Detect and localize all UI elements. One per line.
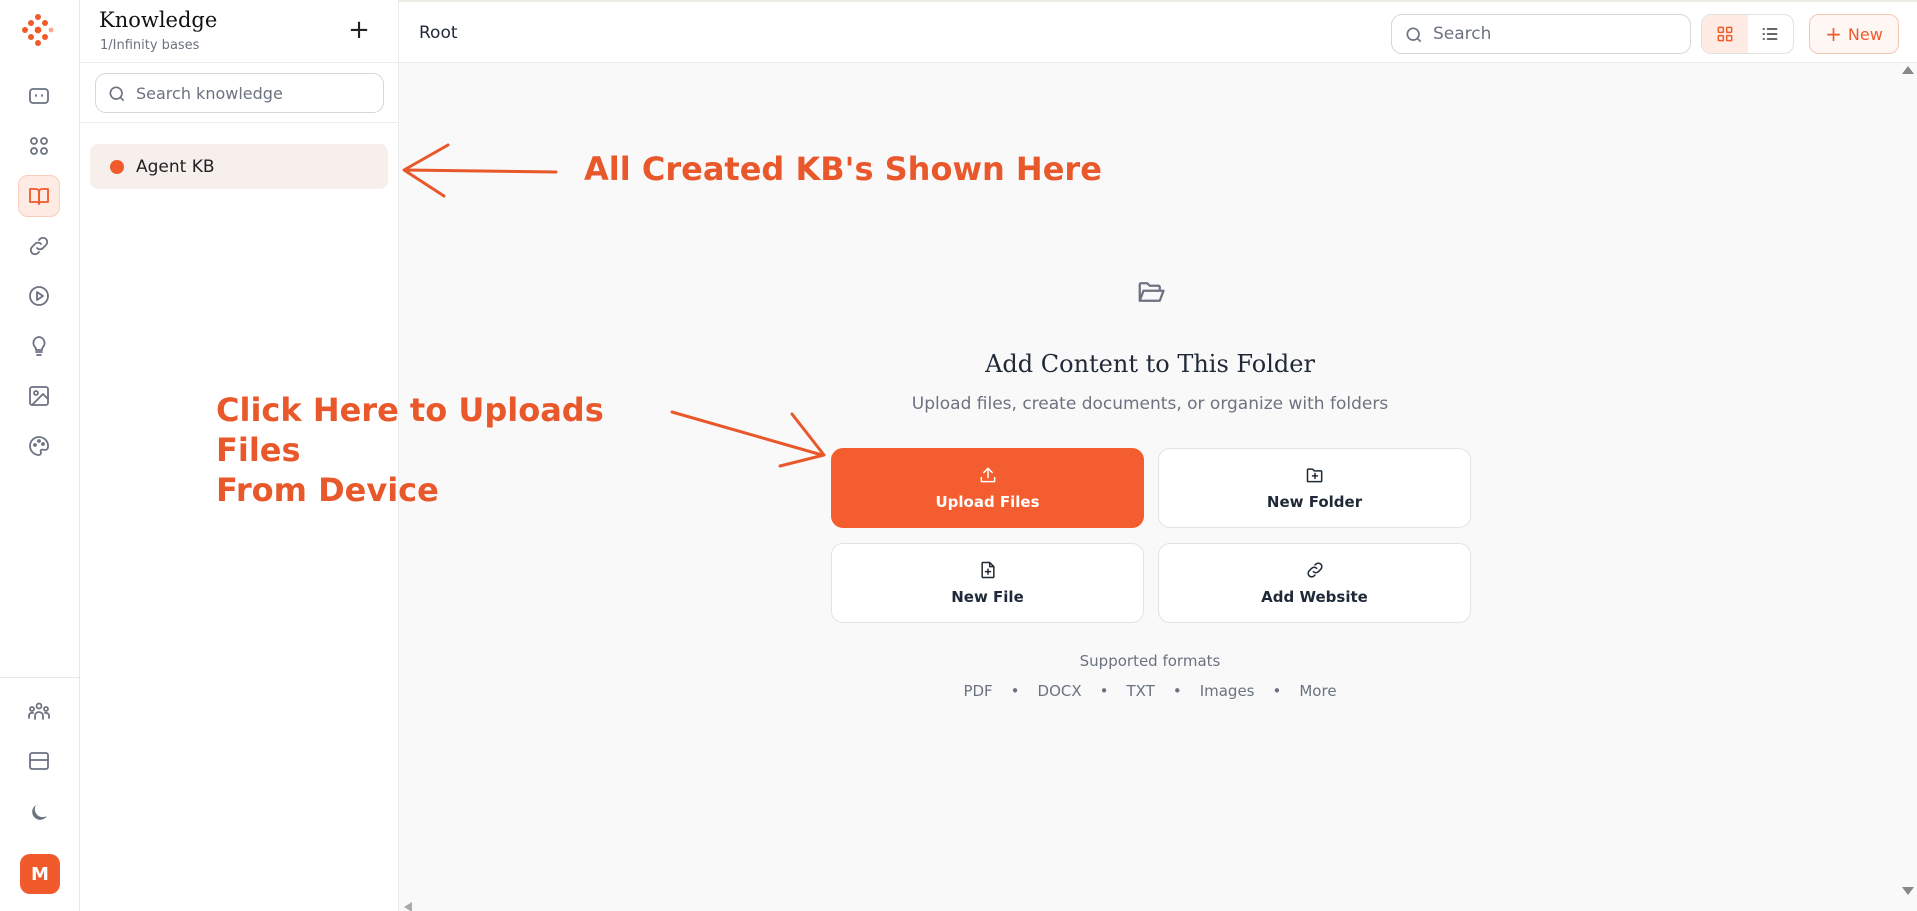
icon-rail: M xyxy=(0,0,80,911)
scroll-up-arrow[interactable] xyxy=(1902,66,1914,74)
book-icon xyxy=(29,188,49,205)
user-avatar[interactable]: M xyxy=(20,854,60,894)
nav-apps[interactable] xyxy=(18,125,60,167)
nav-integrations[interactable] xyxy=(18,225,60,267)
kb-item-label: Agent KB xyxy=(136,156,215,177)
play-icon xyxy=(29,286,49,306)
rail-divider xyxy=(0,677,80,678)
upload-annotation-text: Click Here to Uploads Files From Device xyxy=(216,390,676,510)
scroll-left-arrow[interactable] xyxy=(404,902,412,911)
folder-open-icon xyxy=(1138,282,1165,302)
new-file-label: New File xyxy=(951,588,1024,606)
nav-knowledge[interactable] xyxy=(18,175,60,217)
panel-divider xyxy=(80,122,399,123)
knowledge-search-input[interactable] xyxy=(136,83,376,103)
nav-runs[interactable] xyxy=(18,275,60,317)
nav-themes[interactable] xyxy=(18,425,60,467)
format-separator: • xyxy=(1272,682,1282,700)
chat-icon xyxy=(29,88,49,104)
breadcrumb[interactable]: Root xyxy=(419,23,458,43)
empty-folder xyxy=(1136,277,1166,307)
format-docx: DOCX xyxy=(1037,682,1082,700)
format-separator: • xyxy=(1010,682,1020,700)
content-search-input[interactable] xyxy=(1433,24,1673,44)
format-separator: • xyxy=(1172,682,1182,700)
link-icon xyxy=(29,236,49,256)
apps-grid-icon xyxy=(30,137,48,155)
upload-annotation-line-2: From Device xyxy=(216,471,439,509)
logo-icon[interactable] xyxy=(20,12,56,48)
nav-team[interactable] xyxy=(18,690,60,732)
link-icon xyxy=(1306,562,1323,578)
image-icon xyxy=(29,386,49,406)
add-knowledge-button[interactable]: + xyxy=(343,14,375,46)
format-more: More xyxy=(1299,682,1337,700)
list-view-icon xyxy=(1762,28,1778,40)
nav-layout[interactable] xyxy=(18,740,60,782)
new-file-button[interactable]: New File xyxy=(831,543,1144,623)
nav-images[interactable] xyxy=(18,375,60,417)
new-folder-label: New Folder xyxy=(1266,493,1363,511)
knowledge-search[interactable] xyxy=(95,73,384,113)
new-button[interactable]: + New xyxy=(1809,14,1899,54)
kb-status-dot xyxy=(110,159,124,174)
knowledge-header: Knowledge 1/Infinity bases + xyxy=(80,0,399,63)
top-bar: Root + New xyxy=(399,0,1917,63)
add-website-button[interactable]: Add Website xyxy=(1158,543,1471,623)
scroll-down-arrow[interactable] xyxy=(1902,887,1914,895)
file-plus-icon xyxy=(980,561,995,579)
empty-state-title: Add Content to This Folder xyxy=(985,350,1315,378)
knowledge-title: Knowledge xyxy=(99,8,218,32)
upload-files-label: Upload Files xyxy=(935,493,1040,511)
theme-toggle[interactable] xyxy=(18,792,60,834)
knowledge-count: 1/Infinity bases xyxy=(100,38,200,53)
supported-formats-list: PDF • DOCX • TXT • Images • More xyxy=(399,682,1901,700)
layout-card-icon xyxy=(29,752,49,770)
upload-files-button[interactable]: Upload Files xyxy=(831,448,1144,528)
format-pdf: PDF xyxy=(963,682,993,700)
list-view-button[interactable] xyxy=(1748,15,1794,53)
upload-annotation-line-1: Click Here to Uploads Files xyxy=(216,391,604,469)
search-icon xyxy=(1406,27,1422,43)
content-search[interactable] xyxy=(1391,14,1691,54)
folder-plus-icon xyxy=(1306,468,1322,483)
plus-icon: + xyxy=(1825,22,1842,46)
kb-annotation-text: All Created KB's Shown Here xyxy=(584,150,1102,188)
grid-view-button[interactable] xyxy=(1702,15,1748,53)
upload-icon xyxy=(980,467,995,483)
lightbulb-icon xyxy=(32,336,46,356)
format-separator: • xyxy=(1099,682,1109,700)
moon-icon xyxy=(32,805,47,820)
new-folder-button[interactable]: New Folder xyxy=(1158,448,1471,528)
search-icon xyxy=(109,86,125,102)
supported-formats-label: Supported formats xyxy=(1079,652,1221,670)
palette-icon xyxy=(29,436,49,456)
format-images: Images xyxy=(1199,682,1255,700)
nav-ideas[interactable] xyxy=(18,325,60,367)
nav-chat[interactable] xyxy=(18,75,60,117)
format-txt: TXT xyxy=(1126,682,1155,700)
kb-list-item[interactable]: Agent KB xyxy=(90,144,388,189)
new-button-label: New xyxy=(1847,24,1883,44)
team-icon xyxy=(28,702,50,720)
grid-view-icon xyxy=(1717,26,1733,42)
view-toggle xyxy=(1701,14,1794,54)
add-website-label: Add Website xyxy=(1261,588,1368,606)
